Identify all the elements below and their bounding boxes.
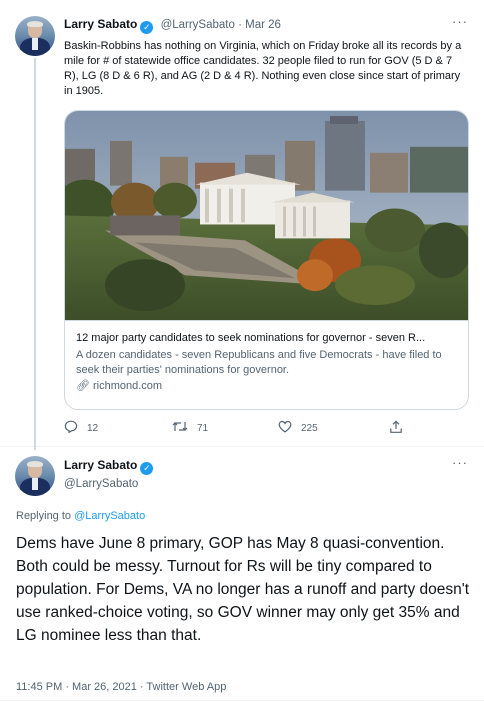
link-icon: 🔗︎ [76,380,90,392]
capitol-photo [65,111,468,321]
more-options-icon[interactable]: ··· [452,455,468,470]
author-name[interactable]: Larry Sabato [64,17,137,31]
tweet-header: Larry Sabato ✓ @LarrySabato [64,458,154,492]
replying-to-prefix: Replying to [16,510,75,522]
like-button[interactable]: 225 [278,420,318,436]
separator-dot: · [238,19,242,31]
retweet-icon [172,420,188,436]
link-card-title: 12 major party candidates to seek nomina… [76,332,426,344]
avatar[interactable] [15,16,55,56]
reply-button[interactable]: 12 [64,420,98,436]
retweet-button[interactable]: 71 [172,420,208,436]
share-button[interactable] [389,420,403,437]
tweet-1: Larry Sabato ✓ @LarrySabato · Mar 26 ··· … [0,0,484,450]
tweet-header: Larry Sabato ✓ @LarrySabato · Mar 26 [64,17,281,34]
thread-connector-line [34,58,36,450]
link-card[interactable]: 12 major party candidates to seek nomina… [64,110,469,410]
tweet-date[interactable]: Mar 26 [245,19,281,31]
replying-to-mention[interactable]: @LarrySabato [74,510,145,522]
verified-badge-icon: ✓ [140,462,154,475]
avatar[interactable] [15,456,55,496]
more-options-icon[interactable]: ··· [452,14,468,29]
tweet-text: Dems have June 8 primary, GOP has May 8 … [16,535,470,644]
author-handle[interactable]: @LarrySabato [64,477,153,492]
author-name[interactable]: Larry Sabato [64,458,137,472]
tweet-text: Baskin-Robbins has nothing on Virginia, … [64,40,462,97]
link-card-body: 12 major party candidates to seek nomina… [76,331,461,394]
reply-icon [64,420,78,436]
verified-badge-icon: ✓ [140,21,154,34]
reply-count: 12 [87,422,99,434]
divider [0,700,484,701]
link-card-domain-text: richmond.com [92,380,163,392]
link-card-description: A dozen candidates - seven Republicans a… [76,349,442,376]
tweet-timestamp[interactable]: 11:45 PM · Mar 26, 2021 · Twitter Web Ap… [16,681,226,693]
like-count: 225 [301,422,318,434]
heart-icon [278,420,292,436]
share-icon [389,420,403,437]
retweet-count: 71 [197,422,209,434]
author-handle[interactable]: @LarrySabato [161,19,235,31]
link-card-domain: 🔗︎ richmond.com [76,379,461,394]
replying-to: Replying to @LarrySabato [16,510,145,522]
